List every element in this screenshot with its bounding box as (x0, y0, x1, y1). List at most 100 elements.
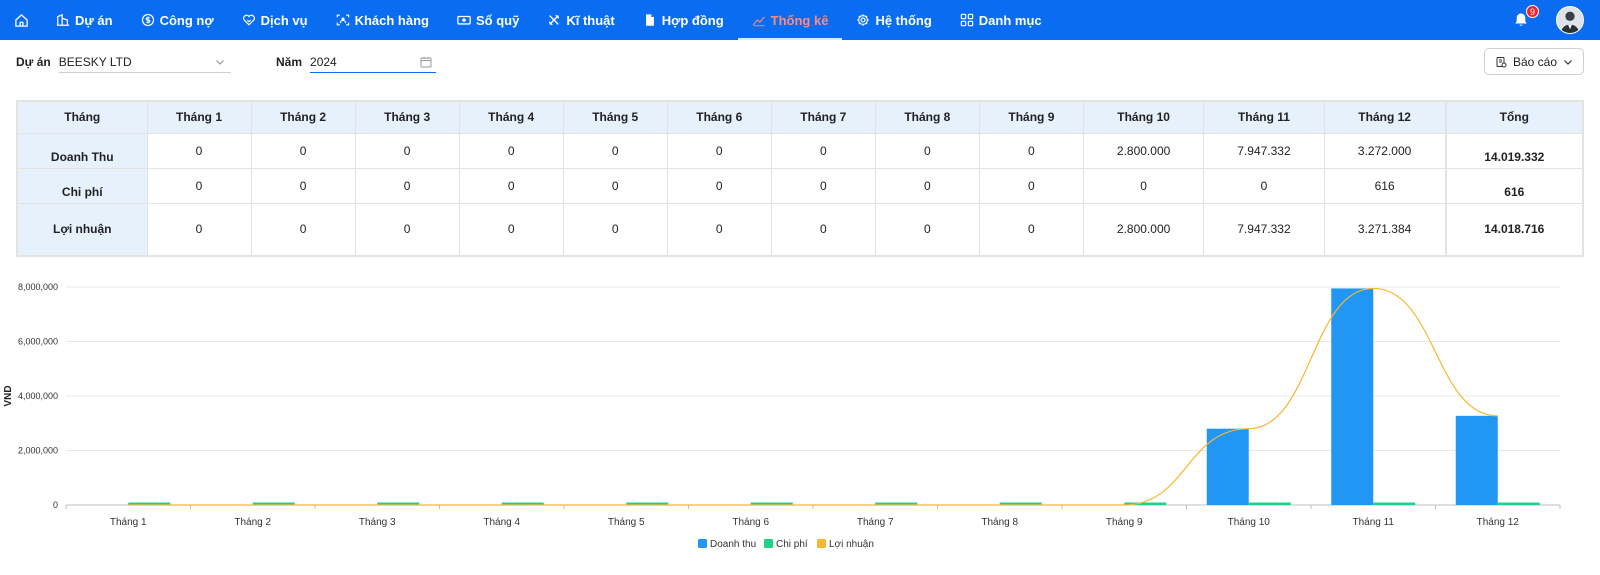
home-button[interactable] (0, 0, 42, 40)
nav-item-2[interactable]: Dịch vụ (228, 0, 322, 40)
dollar-circle-icon (141, 13, 154, 27)
top-navbar: Dự án Công nợ Dịch vụ Khách hàng Sổ quỹ Kĩ th… (0, 0, 1600, 40)
y-axis-label: VND (3, 385, 14, 406)
year-label: Năm (276, 55, 303, 69)
nav-item-label: Dự án (75, 12, 113, 28)
user-icon (1557, 7, 1583, 33)
nav-item-label: Khách hàng (354, 12, 429, 28)
table-cell: 0 (458, 202, 564, 257)
total-header: Tổng (1444, 100, 1584, 134)
revenue-bar (1455, 415, 1498, 505)
x-tick-label: Tháng 12 (1477, 517, 1520, 528)
nav-item-3[interactable]: Khách hàng (322, 0, 443, 40)
nav-menu: Dự án Công nợ Dịch vụ Khách hàng Sổ quỹ Kĩ th… (42, 0, 1056, 40)
nav-item-label: Sổ quỹ (475, 12, 520, 28)
report-button[interactable]: Báo cáo (1484, 48, 1584, 75)
cost-bar (1373, 502, 1416, 505)
table-cell: 0 (874, 202, 980, 257)
scan-user-icon (336, 14, 349, 26)
table-cell: 0 (458, 167, 564, 204)
nav-item-8[interactable]: Hệ thống (842, 0, 945, 40)
nav-item-7[interactable]: Thống kê (737, 0, 843, 40)
calendar-icon (420, 56, 432, 67)
month-header: Tháng 5 (562, 100, 668, 134)
project-filter: Dự án BEESKY LTD (16, 51, 231, 73)
table-cell: 0 (250, 167, 356, 204)
year-filter: Năm (276, 51, 437, 73)
legend-label: Lợi nhuận (829, 539, 874, 550)
table-cell: 0 (562, 132, 668, 169)
nav-item-5[interactable]: Kĩ thuật (533, 0, 628, 40)
table-cell: 0 (874, 167, 980, 204)
heart-handshake-icon (242, 14, 255, 26)
tools-icon (549, 14, 560, 26)
x-tick-label: Tháng 5 (608, 517, 645, 528)
y-tick-label: 6,000,000 (18, 337, 58, 347)
year-input[interactable] (310, 54, 401, 69)
table-cell: 0 (1082, 167, 1205, 204)
user-avatar[interactable] (1556, 6, 1584, 34)
line-chart-icon (752, 16, 765, 27)
table-cell: 7.947.332 (1203, 202, 1325, 257)
notification-badge: 9 (1526, 5, 1539, 18)
nav-item-label: Danh mục (978, 12, 1042, 28)
month-header: Tháng 9 (978, 100, 1084, 134)
table-cell: 0 (770, 202, 876, 257)
table-cell: 0 (250, 202, 356, 257)
nav-item-label: Thống kê (770, 12, 829, 28)
row-total: 616 (1444, 167, 1584, 204)
row-label: Doanh Thu (16, 132, 148, 169)
nav-item-label: Dịch vụ (260, 12, 308, 28)
x-tick-label: Tháng 2 (234, 517, 271, 528)
table-row: Doanh Thu 0 0 0 0 0 0 0 0 0 2.800.000 7.947.332 3.27… (16, 132, 1584, 169)
table-cell: 0 (458, 132, 564, 169)
nav-item-label: Hệ thống (875, 12, 932, 28)
legend-label: Chi phí (776, 539, 808, 550)
table-cell: 0 (666, 167, 772, 204)
nav-item-9[interactable]: Danh mục (946, 0, 1056, 40)
y-tick-label: 0 (53, 500, 58, 510)
table-cell: 0 (354, 202, 460, 257)
table-cell: 3.272.000 (1323, 132, 1447, 169)
nav-item-6[interactable]: Hợp đồng (629, 0, 738, 40)
notifications-button[interactable]: 9 (1508, 5, 1539, 33)
row-label: Chi phí (16, 167, 148, 204)
nav-item-label: Hợp đồng (661, 12, 724, 28)
table-cell: 0 (770, 132, 876, 169)
month-header: Tháng 10 (1082, 100, 1205, 134)
project-select[interactable]: BEESKY LTD (58, 51, 231, 73)
year-picker[interactable] (310, 51, 437, 73)
x-tick-label: Tháng 10 (1228, 517, 1271, 528)
table-cell: 0 (874, 132, 980, 169)
table-cell: 0 (562, 202, 668, 257)
project-label: Dự án (16, 55, 51, 69)
month-header: Tháng 3 (354, 100, 460, 134)
table-row: Chi phí 0 0 0 0 0 0 0 0 0 0 0 616 616 (16, 167, 1584, 204)
table-cell: 0 (250, 132, 356, 169)
table-cell: 0 (770, 167, 876, 204)
table-cell: 0 (354, 132, 460, 169)
x-tick-label: Tháng 9 (1106, 517, 1143, 528)
report-icon (1496, 56, 1507, 67)
table-cell: 616 (1323, 167, 1447, 204)
table-cell: 2.800.000 (1082, 132, 1205, 169)
nav-item-label: Kĩ thuật (566, 12, 615, 28)
month-header: Tháng 8 (874, 100, 980, 134)
nav-item-4[interactable]: Sổ quỹ (443, 0, 533, 40)
x-tick-label: Tháng 11 (1352, 517, 1394, 528)
month-header: Tháng 12 (1323, 100, 1447, 134)
month-header: Tháng 2 (250, 100, 356, 134)
y-tick-label: 2,000,000 (18, 446, 58, 456)
nav-item-label: Công nợ (159, 12, 214, 28)
cost-bar (1497, 502, 1540, 505)
home-icon (14, 13, 28, 27)
cash-icon (457, 15, 471, 25)
nav-item-1[interactable]: Công nợ (127, 0, 228, 40)
row-total: 14.019.332 (1444, 132, 1584, 169)
month-header: Tháng 4 (458, 100, 564, 134)
project-value: BEESKY LTD (58, 54, 132, 69)
table-cell: 0 (354, 167, 460, 204)
nav-item-0[interactable]: Dự án (42, 0, 127, 40)
document-icon (645, 14, 654, 26)
table-cell: 0 (562, 167, 668, 204)
